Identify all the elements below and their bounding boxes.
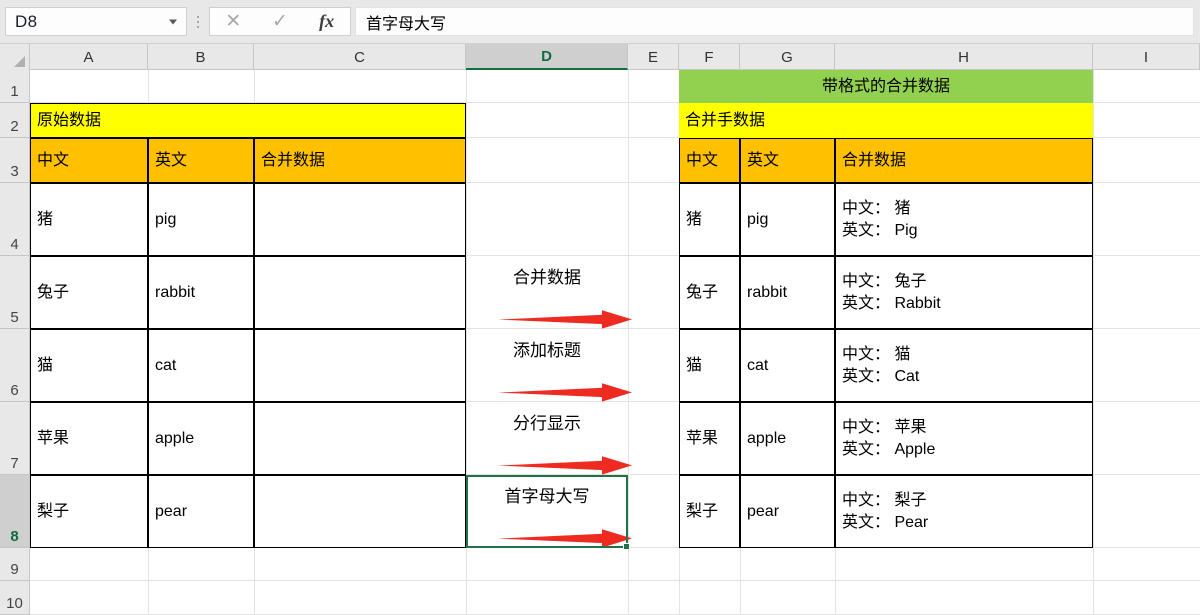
row-header-5[interactable]: 5: [0, 256, 30, 329]
right-table-row[interactable]: cat: [740, 329, 835, 402]
column-headers: ABCDEFGHI: [0, 44, 1200, 70]
left-table-header-2[interactable]: 合并数据: [254, 138, 466, 183]
row-header-4[interactable]: 4: [0, 183, 30, 256]
right-table-header-2[interactable]: 合并数据: [835, 138, 1093, 183]
left-table-header-0[interactable]: 中文: [30, 138, 148, 183]
column-header-H[interactable]: H: [835, 44, 1093, 70]
chevron-down-icon[interactable]: [169, 19, 177, 24]
right-table-row[interactable]: 猪: [679, 183, 740, 256]
right-table-row[interactable]: pig: [740, 183, 835, 256]
left-table-row[interactable]: 兔子: [30, 256, 148, 329]
column-header-G[interactable]: G: [740, 44, 835, 70]
right-table-row[interactable]: 苹果: [679, 402, 740, 475]
right-table-row[interactable]: 猫: [679, 329, 740, 402]
left-table-merged-cell[interactable]: [254, 402, 466, 475]
row-header-2[interactable]: 2: [0, 103, 30, 138]
row-header-1[interactable]: 1: [0, 70, 30, 103]
cancel-icon[interactable]: ✕: [213, 8, 253, 35]
name-box-value: D8: [15, 11, 38, 31]
left-table-merged-cell[interactable]: [254, 475, 466, 548]
confirm-check-icon[interactable]: ✓: [260, 8, 300, 35]
right-table-header-1[interactable]: 英文: [740, 138, 835, 183]
left-table-row[interactable]: pear: [148, 475, 254, 548]
right-table-row[interactable]: rabbit: [740, 256, 835, 329]
annotation-label-3: 首字母大写: [504, 487, 590, 507]
left-table-row[interactable]: 梨子: [30, 475, 148, 548]
row-header-10[interactable]: 10: [0, 581, 30, 615]
gridline-vertical: [1093, 70, 1094, 615]
right-table-merged-cell[interactable]: 中文： 梨子 英文： Pear: [835, 475, 1093, 548]
left-table-row[interactable]: 猫: [30, 329, 148, 402]
left-table-merged-cell[interactable]: [254, 256, 466, 329]
left-table-row[interactable]: cat: [148, 329, 254, 402]
left-table-header-1[interactable]: 英文: [148, 138, 254, 183]
row-header-3[interactable]: 3: [0, 138, 30, 183]
select-all-triangle-icon: [14, 56, 25, 67]
row-header-6[interactable]: 6: [0, 329, 30, 402]
right-table-merged-cell[interactable]: 中文： 兔子 英文： Rabbit: [835, 256, 1093, 329]
right-table-header-0[interactable]: 中文: [679, 138, 740, 183]
right-table-row[interactable]: 梨子: [679, 475, 740, 548]
right-table-row[interactable]: apple: [740, 402, 835, 475]
row-headers: 1 2 3 4 5 6 7 8 9 10: [0, 70, 30, 615]
fill-handle[interactable]: [623, 543, 630, 550]
annotation-label-2: 分行显示: [513, 414, 581, 434]
left-table-row[interactable]: apple: [148, 402, 254, 475]
row-header-7[interactable]: 7: [0, 402, 30, 475]
annotation-label-0: 合并数据: [513, 268, 581, 288]
gridline-horizontal: [30, 580, 1200, 581]
left-table-row[interactable]: pig: [148, 183, 254, 256]
column-header-I[interactable]: I: [1093, 44, 1200, 70]
left-table-merged-cell[interactable]: [254, 329, 466, 402]
sheet-canvas[interactable]: 原始数据 中文 英文 合并数据猪 pig 兔子 rabbit 猫 cat 苹果 apple 梨子 pea…: [30, 70, 1200, 615]
left-table-merged-cell[interactable]: [254, 183, 466, 256]
column-header-D[interactable]: D: [466, 44, 628, 70]
annotation-label-1: 添加标题: [513, 341, 581, 361]
column-header-A[interactable]: A: [30, 44, 148, 70]
left-table-banner[interactable]: 原始数据: [30, 103, 466, 138]
left-table-row[interactable]: 苹果: [30, 402, 148, 475]
column-header-C[interactable]: C: [254, 44, 466, 70]
right-table-row[interactable]: pear: [740, 475, 835, 548]
drag-grip-icon: [191, 7, 205, 36]
formula-bar: D8 ✕ ✓ fx 首字母大写: [0, 0, 1200, 44]
column-header-F[interactable]: F: [679, 44, 740, 70]
right-table-row[interactable]: 兔子: [679, 256, 740, 329]
insert-function-icon[interactable]: fx: [307, 8, 347, 35]
name-box[interactable]: D8: [5, 7, 187, 36]
left-table-row[interactable]: 猪: [30, 183, 148, 256]
formula-input[interactable]: 首字母大写: [355, 7, 1194, 36]
select-all-corner[interactable]: [0, 44, 30, 70]
formula-actions: ✕ ✓ fx: [209, 7, 351, 36]
left-table-row[interactable]: rabbit: [148, 256, 254, 329]
right-table-banner[interactable]: 合并手数据: [679, 103, 1093, 138]
right-table-merged-cell[interactable]: 中文： 苹果 英文： Apple: [835, 402, 1093, 475]
right-table-title[interactable]: 带格式的合并数据: [679, 70, 1093, 103]
right-table-merged-cell[interactable]: 中文： 猫 英文： Cat: [835, 329, 1093, 402]
right-table-merged-cell[interactable]: 中文： 猪 英文： Pig: [835, 183, 1093, 256]
spreadsheet-grid: ABCDEFGHI 1 2 3 4 5 6 7 8 9 10 原始数据 中文 英文 合并数据猪 pig 兔子…: [0, 44, 1200, 615]
row-header-8[interactable]: 8: [0, 475, 30, 548]
column-header-E[interactable]: E: [628, 44, 679, 70]
row-header-9[interactable]: 9: [0, 548, 30, 581]
column-header-B[interactable]: B: [148, 44, 254, 70]
